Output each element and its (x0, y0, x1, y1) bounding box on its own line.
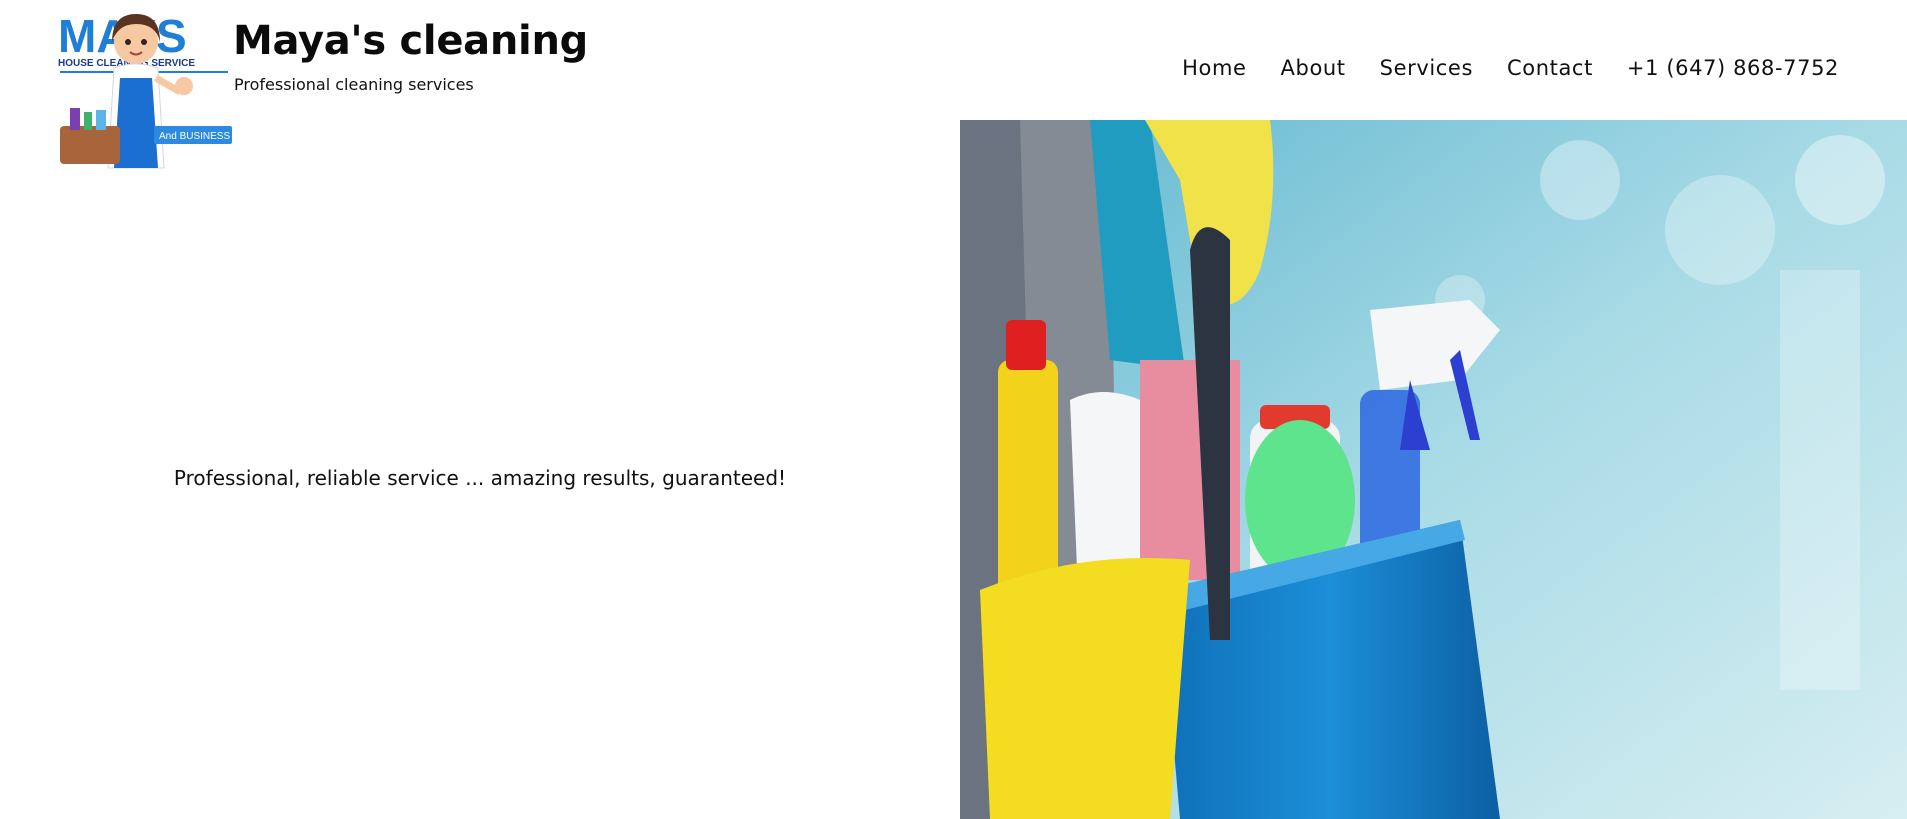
site-tagline: Professional cleaning services (234, 75, 474, 94)
logo[interactable]: MAYS HOUSE CLEANING SERVICE And BUSINESS (56, 8, 232, 172)
hero-image (960, 120, 1907, 819)
logo-illustration: MAYS HOUSE CLEANING SERVICE And BUSINESS (58, 10, 232, 169)
main-nav: Home About Services Contact +1 (647) 868… (1182, 56, 1839, 80)
nav-contact-link[interactable]: Contact (1507, 56, 1593, 80)
page: MAYS HOUSE CLEANING SERVICE And BUSINESS (0, 0, 1907, 819)
nav-phone-link[interactable]: +1 (647) 868-7752 (1627, 56, 1839, 80)
site-title[interactable]: Maya's cleaning (233, 18, 588, 64)
logo-badge-text: And BUSINESS (159, 131, 230, 142)
hero-text: Professional, reliable service ... amazi… (173, 466, 787, 490)
nav-services-link[interactable]: Services (1380, 56, 1473, 80)
nav-home-link[interactable]: Home (1182, 56, 1246, 80)
cleaning-supplies-image (960, 120, 1907, 819)
nav-about-link[interactable]: About (1281, 56, 1346, 80)
